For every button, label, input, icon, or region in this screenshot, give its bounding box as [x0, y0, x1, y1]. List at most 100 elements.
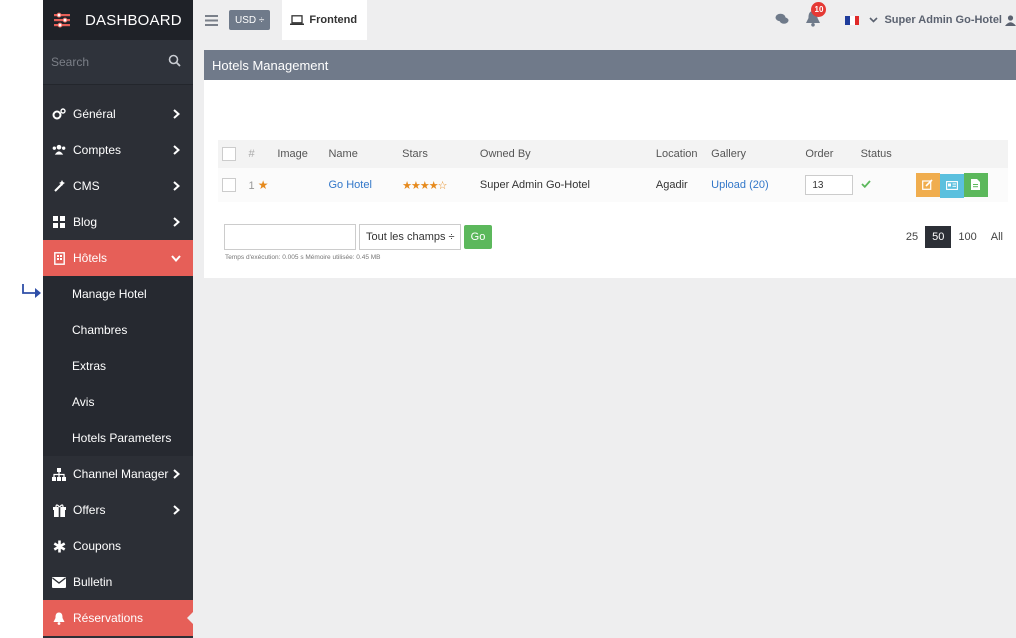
- sidebar-item-label: Général: [73, 107, 116, 121]
- sidebar-item-label: Hôtels: [73, 251, 108, 265]
- brand-title: DASHBOARD: [85, 11, 182, 29]
- sidebar-item-reservations[interactable]: Réservations: [43, 600, 193, 636]
- page-size-25[interactable]: 25: [899, 226, 925, 248]
- notification-badge: 10: [811, 2, 827, 17]
- row-gallery[interactable]: Upload (20): [711, 168, 806, 202]
- sidebar-item-bulletin[interactable]: Bulletin: [43, 564, 193, 600]
- chat-icon[interactable]: [775, 13, 789, 28]
- edit-button[interactable]: [915, 172, 940, 197]
- menu-toggle-icon[interactable]: [201, 10, 221, 30]
- cogs-icon: [52, 107, 66, 121]
- col-number[interactable]: #: [242, 140, 278, 168]
- col-gallery[interactable]: Gallery: [711, 140, 806, 168]
- notifications-button[interactable]: 10: [805, 2, 827, 30]
- file-icon: [971, 179, 981, 190]
- arrow-indicator-icon: [22, 284, 41, 298]
- bell-icon: [52, 611, 66, 625]
- row-checkbox[interactable]: [222, 178, 236, 192]
- row-number-cell: 1 ★: [242, 168, 278, 202]
- col-owned-by[interactable]: Owned By: [479, 140, 656, 168]
- search-icon[interactable]: [168, 54, 181, 70]
- sidebar-item-label: Channel Manager: [73, 467, 169, 481]
- chevron-right-icon: [171, 145, 181, 155]
- page-size-100[interactable]: 100: [951, 226, 983, 248]
- sidebar-item-hotels[interactable]: Hôtels: [43, 240, 193, 276]
- sidebar-subitem-manage-hotel[interactable]: Manage Hotel: [43, 276, 193, 312]
- featured-star-icon[interactable]: ★: [258, 178, 269, 192]
- select-all-checkbox[interactable]: [222, 147, 236, 161]
- app-root: DASHBOARD Général Comptes CMS Blog: [0, 0, 1016, 638]
- page-size-selector: 25 50 100 All: [899, 226, 1010, 248]
- edit-icon: [922, 179, 933, 190]
- currency-select[interactable]: USD ÷: [229, 10, 271, 30]
- row-order-cell: [805, 168, 861, 202]
- row-name[interactable]: Go Hotel: [328, 168, 403, 202]
- envelope-icon: [52, 575, 66, 589]
- sidebar-item-coupons[interactable]: Coupons: [43, 528, 193, 564]
- sidebar-item-label: Comptes: [73, 143, 122, 157]
- table-row: 1 ★ Go Hotel ★★★★☆ Super Admin Go-Hotel …: [218, 168, 1008, 202]
- col-order[interactable]: Order: [805, 140, 861, 168]
- go-button[interactable]: Go: [464, 225, 492, 249]
- sidebar: DASHBOARD Général Comptes CMS Blog: [43, 0, 193, 638]
- sidebar-item-general[interactable]: Général: [43, 96, 193, 132]
- row-location: Agadir: [655, 168, 712, 202]
- col-image[interactable]: Image: [277, 140, 329, 168]
- status-check-icon[interactable]: [860, 179, 871, 191]
- document-button[interactable]: [963, 172, 988, 197]
- row-number: 1: [248, 180, 255, 192]
- chevron-right-icon: [171, 469, 181, 479]
- table-header-row: # Image Name Stars Owned By Location Gal…: [218, 140, 1008, 168]
- hotels-panel: Hotels Management # Image Name Stars Own…: [204, 50, 1016, 278]
- col-location[interactable]: Location: [655, 140, 712, 168]
- grid-icon: [52, 215, 66, 229]
- sidebar-item-label: CMS: [73, 179, 100, 193]
- filter-field-select[interactable]: Tout les champs ÷: [359, 224, 461, 250]
- french-flag-icon[interactable]: [845, 15, 860, 25]
- order-input[interactable]: [805, 175, 854, 195]
- sidebar-item-blog[interactable]: Blog: [43, 204, 193, 240]
- asterisk-icon: [52, 539, 66, 553]
- frontend-tab[interactable]: Frontend: [282, 0, 368, 40]
- user-menu[interactable]: Super Admin Go-Hotel: [869, 14, 1016, 26]
- sidebar-subitem-extras[interactable]: Extras: [43, 348, 193, 384]
- sidebar-item-cms[interactable]: CMS: [43, 168, 193, 204]
- hotels-table: # Image Name Stars Owned By Location Gal…: [218, 140, 1008, 202]
- sidebar-item-offers[interactable]: Offers: [43, 492, 193, 528]
- col-name[interactable]: Name: [328, 140, 403, 168]
- filter-input[interactable]: [224, 224, 356, 250]
- chevron-right-icon: [171, 181, 181, 191]
- sidebar-item-channel-manager[interactable]: Channel Manager: [43, 456, 193, 492]
- col-status[interactable]: Status: [860, 140, 916, 168]
- chevron-right-icon: [171, 505, 181, 515]
- sidebar-item-label: Blog: [73, 215, 98, 229]
- execution-info: Temps d'exécution: 0.005 s Mémoire utili…: [225, 254, 381, 261]
- building-icon: [52, 251, 66, 265]
- details-button[interactable]: [939, 173, 964, 198]
- brand[interactable]: DASHBOARD: [43, 0, 193, 40]
- col-stars[interactable]: Stars: [402, 140, 480, 168]
- sidebar-item-comptes[interactable]: Comptes: [43, 132, 193, 168]
- row-checkbox-cell: [218, 168, 243, 202]
- sidebar-item-label: Réservations: [73, 611, 144, 625]
- gift-icon: [52, 503, 66, 517]
- page-size-all[interactable]: All: [984, 226, 1010, 248]
- search-input[interactable]: [51, 55, 161, 69]
- page-size-50[interactable]: 50: [925, 226, 952, 248]
- user-icon: [1005, 14, 1016, 26]
- sidebar-search: [43, 40, 193, 85]
- chevron-down-icon: [869, 17, 879, 23]
- frontend-label: Frontend: [309, 14, 358, 26]
- sidebar-subitem-chambres[interactable]: Chambres: [43, 312, 193, 348]
- dashboard-logo-icon: [53, 11, 71, 29]
- row-stars: ★★★★☆: [402, 168, 480, 202]
- sidebar-subitem-hotels-parameters[interactable]: Hotels Parameters: [43, 420, 193, 456]
- sidebar-subitem-avis[interactable]: Avis: [43, 384, 193, 420]
- user-name: Super Admin Go-Hotel: [884, 14, 1002, 26]
- sidebar-item-label: Offers: [73, 503, 106, 517]
- sidebar-item-label: Coupons: [73, 539, 122, 553]
- row-owner: Super Admin Go-Hotel: [479, 168, 656, 202]
- row-status-cell: [860, 168, 916, 202]
- magic-wand-icon: [52, 179, 66, 193]
- col-actions: [915, 140, 1008, 168]
